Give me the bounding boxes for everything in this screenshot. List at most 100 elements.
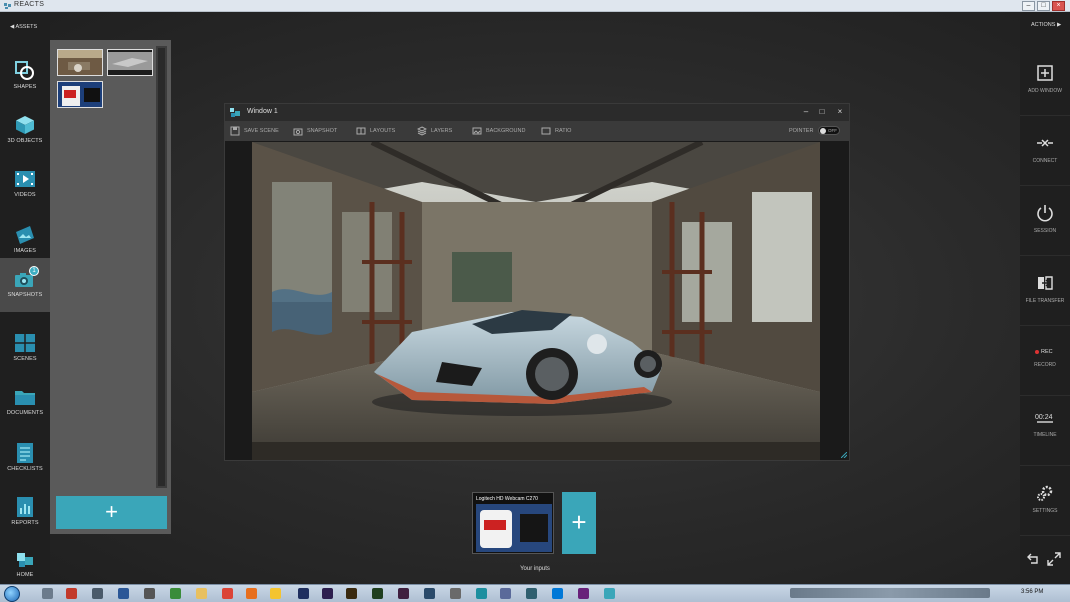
background-button[interactable]: BACKGROUND: [472, 126, 538, 136]
nav-scenes[interactable]: SCENES: [0, 322, 50, 376]
add-window-action[interactable]: ADD WINDOW: [1020, 46, 1070, 116]
reacts-logo-icon: [4, 3, 11, 9]
layouts-button[interactable]: LAYOUTS: [356, 126, 410, 136]
resize-grip-icon[interactable]: [841, 452, 847, 458]
scene-image: [252, 142, 820, 460]
os-taskbar: 3:56 PM: [0, 584, 1070, 602]
taskbar-app-icon[interactable]: [476, 588, 487, 599]
window-maximize-button[interactable]: □: [817, 107, 827, 117]
assets-scrollbar-thumb[interactable]: [158, 48, 165, 486]
minimize-button[interactable]: –: [1022, 1, 1035, 11]
taskbar-app-icon[interactable]: [66, 588, 77, 599]
pointer-label: POINTER: [789, 128, 814, 134]
taskbar-app-icon[interactable]: [298, 588, 309, 599]
scene-window-toolbar: SAVE SCENE SNAPSHOT LAYOUTS LAYERS BACKG…: [225, 121, 849, 141]
taskbar-app-icon[interactable]: [552, 588, 563, 599]
session-action[interactable]: SESSION: [1020, 186, 1070, 256]
scene-window-titlebar[interactable]: Window 1 – □ ×: [225, 104, 849, 121]
snapshot-thumbnail-image: [58, 50, 102, 75]
maximize-button[interactable]: □: [1037, 1, 1050, 11]
timeline-timer: 00:24: [1035, 414, 1053, 421]
taskbar-app-icon[interactable]: [604, 588, 615, 599]
layouts-icon: [356, 127, 366, 135]
connect-action[interactable]: CONNECT: [1020, 116, 1070, 186]
save-icon: [230, 126, 240, 136]
taskbar-app-icon[interactable]: [450, 588, 461, 599]
add-asset-button[interactable]: +: [56, 496, 167, 529]
webcam-preview-image: [476, 504, 552, 552]
webcam-input-card[interactable]: Logitech HD Webcam C270: [472, 492, 554, 554]
image-icon: [16, 226, 34, 244]
add-input-button[interactable]: +: [562, 492, 596, 554]
taskbar-app-icon[interactable]: [170, 588, 181, 599]
webcam-input-name: Logitech HD Webcam C270: [476, 496, 538, 502]
snapshot-thumbnail[interactable]: [107, 49, 153, 76]
app-title: REACTS: [14, 1, 45, 8]
taskbar-app-icon[interactable]: [246, 588, 257, 599]
background-icon: [472, 127, 482, 135]
video-icon: [15, 171, 35, 187]
taskbar-app-icon[interactable]: [42, 588, 53, 599]
taskbar-app-icon[interactable]: [270, 588, 281, 599]
taskbar-app-icon[interactable]: [424, 588, 435, 599]
expand-icon[interactable]: [1047, 552, 1061, 566]
folder-icon: [15, 391, 35, 405]
close-button[interactable]: ×: [1052, 1, 1065, 11]
taskbar-app-icon[interactable]: [346, 588, 357, 599]
nav-videos[interactable]: VIDEOS: [0, 158, 50, 212]
start-button[interactable]: [4, 586, 20, 602]
snapshot-thumbnail[interactable]: [57, 81, 103, 108]
snapshot-button[interactable]: SNAPSHOT: [293, 126, 349, 136]
pointer-toggle[interactable]: OFF: [818, 126, 840, 135]
taskbar-clock: 3:56 PM: [1021, 589, 1044, 595]
nav-checklists[interactable]: CHECKLISTS: [0, 432, 50, 486]
ratio-button[interactable]: RATIO: [541, 126, 589, 136]
taskbar-app-icon[interactable]: [372, 588, 383, 599]
actions-header[interactable]: ACTIONS ▶: [1031, 22, 1061, 28]
file-transfer-action[interactable]: FILE TRANSFER: [1020, 256, 1070, 326]
chevron-right-icon: ▶: [1055, 22, 1062, 28]
save-scene-button[interactable]: SAVE SCENE: [230, 126, 290, 136]
nav-reports[interactable]: REPORTS: [0, 486, 50, 540]
layers-icon: [417, 126, 427, 136]
window-close-button[interactable]: ×: [835, 107, 845, 117]
taskbar-app-icon[interactable]: [118, 588, 129, 599]
scenes-icon: [15, 334, 35, 352]
snapshot-count-badge: 1: [29, 266, 39, 276]
taskbar-app-icon[interactable]: [398, 588, 409, 599]
shapes-icon: [15, 61, 34, 80]
nav-snapshots[interactable]: 1 SNAPSHOTS: [0, 258, 50, 312]
undo-icon[interactable]: [1026, 552, 1040, 566]
timeline-action[interactable]: TIMELINE: [1020, 396, 1070, 466]
taskbar-app-icon[interactable]: [500, 588, 511, 599]
snapshot-thumbnail-image: [108, 50, 152, 75]
power-icon: [1037, 205, 1053, 222]
taskbar-app-icon[interactable]: [196, 588, 207, 599]
nav-documents[interactable]: DOCUMENTS: [0, 376, 50, 430]
record-action[interactable]: RECORD: [1020, 326, 1070, 396]
nav-shapes[interactable]: SHAPES: [0, 50, 50, 104]
layers-button[interactable]: LAYERS: [417, 126, 467, 136]
taskbar-app-icon[interactable]: [322, 588, 333, 599]
ratio-icon: [541, 127, 551, 135]
taskbar-app-icon[interactable]: [526, 588, 537, 599]
snapshot-thumbnail-image: [58, 82, 102, 107]
taskbar-app-icon[interactable]: [578, 588, 589, 599]
webcam-preview: [476, 504, 552, 552]
system-tray-icons[interactable]: [790, 588, 990, 598]
taskbar-app-icon[interactable]: [222, 588, 233, 599]
scene-window-title: Window 1: [247, 108, 278, 115]
settings-action[interactable]: SETTINGS: [1020, 466, 1070, 536]
taskbar-app-icon[interactable]: [92, 588, 103, 599]
snapshot-thumbnail[interactable]: [57, 49, 103, 76]
window-minimize-button[interactable]: –: [801, 107, 811, 117]
scene-viewport[interactable]: [252, 142, 820, 460]
taskbar-app-icon[interactable]: [144, 588, 155, 599]
file-transfer-icon: [1038, 276, 1053, 290]
reports-icon: [17, 497, 33, 517]
assets-header[interactable]: ◀ ASSETS: [10, 24, 37, 30]
nav-3d-objects[interactable]: 3D OBJECTS: [0, 104, 50, 158]
pointer-toggle-state: OFF: [828, 128, 837, 133]
reacts-app: REACTS – □ × ◀ ASSETS SHAPES 3D OBJECTS …: [0, 0, 1070, 602]
app-titlebar: REACTS – □ ×: [0, 0, 1070, 12]
